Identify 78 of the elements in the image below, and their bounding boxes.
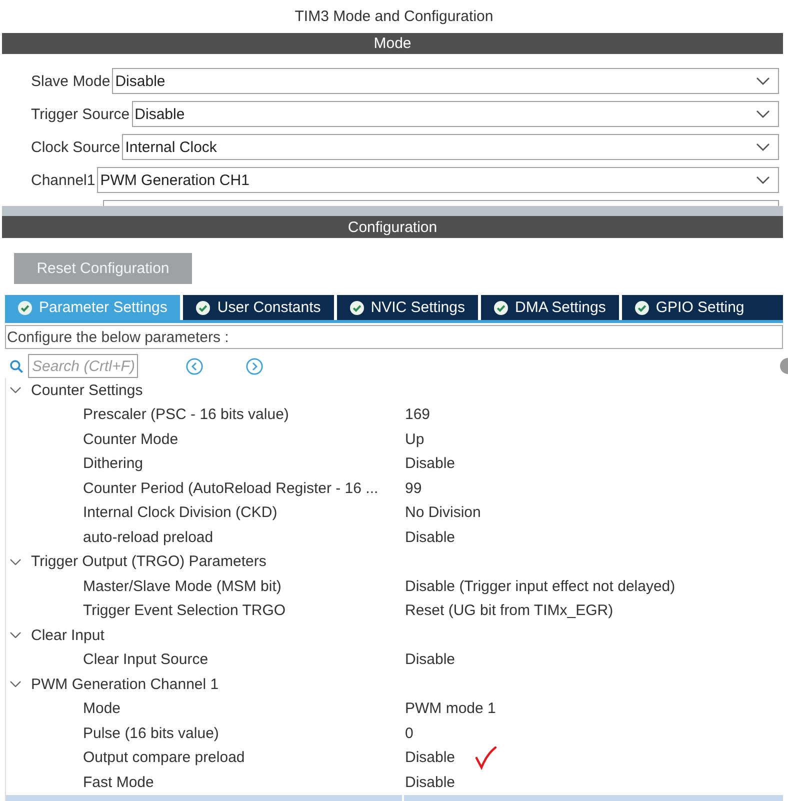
parameter-value: PWM mode 1 [404,700,496,718]
scrollbar-thumb[interactable] [780,358,788,374]
parameter-name: Fast Mode [82,774,155,791]
parameter-row[interactable]: Pulse (16 bits value) 0 [6,721,783,746]
chevron-down-icon[interactable] [756,176,770,184]
previous-icon[interactable] [186,358,203,374]
parameter-row[interactable]: Clear Input Source Disable [6,648,783,672]
parameter-value: Disable [404,528,456,546]
parameter-value: Disable [404,774,456,791]
check-circle-icon [196,300,210,314]
field-label: Slave Mode [31,72,110,90]
chevron-down-icon[interactable] [756,143,770,151]
parameter-name: Counter Mode [82,430,180,448]
check-circle-icon [350,300,364,314]
instruction-text: Configure the below parameters : [5,325,783,349]
chevron-down-icon[interactable] [756,110,770,118]
search-field[interactable]: Search (Crtl+F) [28,354,138,378]
parameter-name: Pulse (16 bits value) [82,724,220,742]
parameter-value: Up [404,430,424,448]
dropdown-field[interactable]: PWM Generation CH1 [97,167,779,193]
dropdown-field[interactable]: Internal Clock [122,134,779,160]
section-header: Configuration [2,216,783,238]
chevron-down-icon[interactable] [756,77,770,85]
tab[interactable]: NVIC Settings [336,295,478,320]
parameter-row[interactable]: Counter Mode Up [6,427,783,452]
parameter-value: 99 [404,480,422,497]
tab[interactable]: DMA Settings [481,295,619,320]
search-icon[interactable] [10,360,23,372]
parameter-name: Master/Slave Mode (MSM bit) [82,578,282,595]
parameter-row[interactable]: Trigger Event Selection TRGO Reset (UG bit from TIMx_EGR) [6,598,783,623]
parameter-row[interactable]: Master/Slave Mode (MSM bit) Disable (Trigger input effect not delayed) [6,574,783,598]
check-circle-icon [494,300,508,314]
chevron-down-icon[interactable] [10,558,21,565]
chevron-down-icon[interactable] [10,632,21,638]
group-label[interactable]: Trigger Output (TRGO) Parameters [31,553,266,570]
parameter-value: Disable [404,651,456,668]
parameter-name: Prescaler (PSC - 16 bits value) [82,406,290,424]
dropdown-field[interactable]: Disable [132,101,779,127]
parameter-row[interactable]: Counter Period (AutoReload Register - 16 ... 99 [6,476,783,500]
parameter-row[interactable]: Mode PWM mode 1 [6,696,783,721]
parameter-name: Internal Clock Division (CKD) [82,504,278,522]
chevron-down-icon[interactable] [10,387,21,394]
group-label[interactable]: Clear Input [31,626,104,644]
group-label[interactable]: PWM Generation Channel 1 [31,676,219,693]
parameter-name: Clear Input Source [82,651,210,668]
parameter-row[interactable]: Dithering Disable [6,452,783,476]
parameter-row[interactable]: Output compare preload Disable [6,746,783,770]
parameter-name: Dithering [82,455,144,472]
parameter-name: auto-reload preload [82,528,214,546]
tab[interactable]: GPIO Setting [622,295,783,320]
parameter-name: Counter Period (AutoReload Register - 16 ... [82,480,380,497]
parameter-value: 0 [404,724,414,742]
tab[interactable]: User Constants [183,295,334,320]
next-icon[interactable] [246,358,263,374]
check-circle-icon [634,300,649,314]
field-label: Clock Source [31,138,120,156]
chevron-down-icon[interactable] [10,681,21,688]
field-label: Channel1 [31,172,96,188]
parameter-value: Reset (UG bit from TIMx_EGR) [404,602,614,620]
parameter-value: Disable [404,749,456,766]
dropdown-field[interactable]: Disable [112,68,779,94]
parameter-row[interactable]: Internal Clock Division (CKD) No Division [6,500,783,525]
parameter-row[interactable]: Prescaler (PSC - 16 bits value) 169 [6,402,783,427]
field-label: Trigger Source [31,106,130,122]
parameter-value: Disable [404,455,456,472]
parameter-name: Output compare preload [82,749,246,766]
dropdown-field[interactable] [103,200,779,206]
parameter-value: Disable (Trigger input effect not delayed) [404,578,676,595]
section-header: Mode [2,33,783,54]
parameter-value: 169 [404,406,430,424]
parameter-row[interactable]: Fast Mode Disable [6,770,783,794]
check-circle-icon [18,300,32,314]
group-label[interactable]: Counter Settings [31,382,143,399]
parameter-name: Mode [82,700,122,718]
parameter-value: No Division [404,504,481,522]
parameter-name: Trigger Event Selection TRGO [82,602,287,620]
parameter-row[interactable]: auto-reload preload Disable [6,525,783,550]
window-title: TIM3 Mode and Configuration [294,7,494,27]
